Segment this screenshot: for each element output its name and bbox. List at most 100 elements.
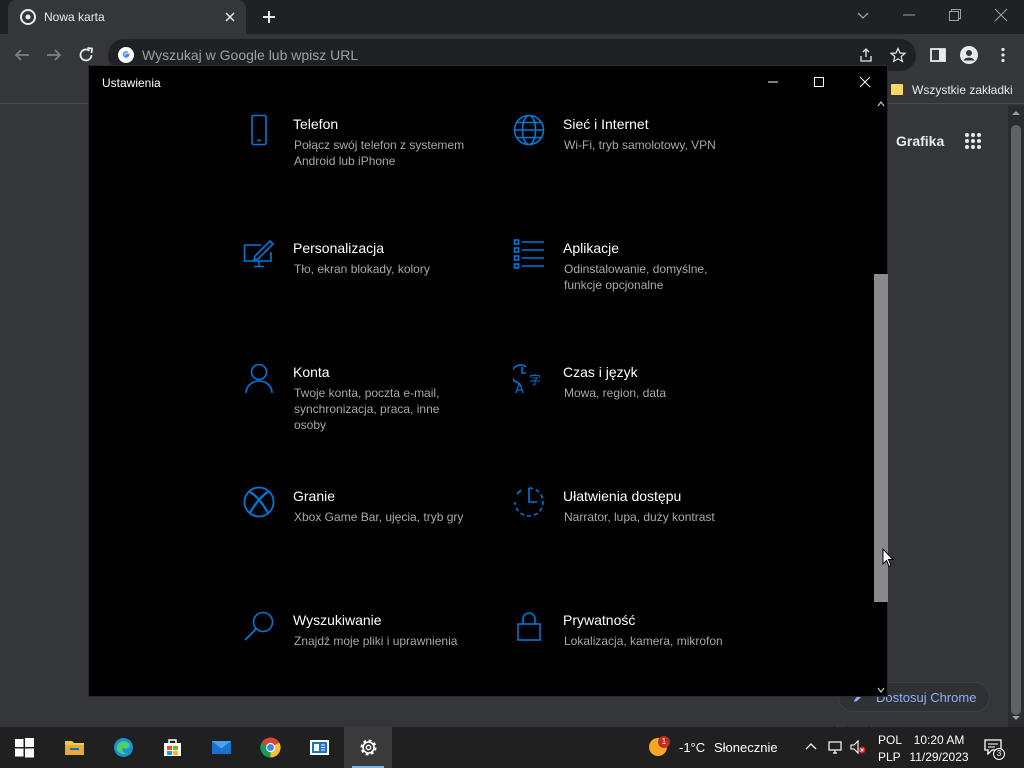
scroll-down-arrow-icon[interactable] [1012, 714, 1020, 722]
reload-icon[interactable] [77, 46, 95, 64]
clock[interactable]: 10:20 AM 11/29/2023 [906, 732, 972, 766]
category-description: Lokalizacja, kamera, mikrofon [564, 634, 723, 648]
settings-window: Ustawienia Telefon Połącz swój telefon z… [88, 65, 888, 697]
google-logo-icon [118, 47, 134, 63]
category-description: Mowa, region, data [564, 386, 667, 400]
phone-icon [251, 114, 267, 146]
bookmark-star-icon[interactable] [890, 47, 906, 63]
edge-icon [114, 738, 133, 757]
lock-icon [517, 612, 541, 641]
chevron-up-icon[interactable] [803, 739, 819, 755]
profile-icon[interactable] [960, 46, 978, 64]
weather-description[interactable]: Słonecznie [714, 740, 778, 755]
category-gaming[interactable]: Granie Xbox Game Bar, ujęcia, tryb gry [243, 486, 483, 576]
category-privacy[interactable]: Prywatność Lokalizacja, kamera, mikrofon [513, 610, 753, 698]
category-title: Personalizacja [293, 240, 385, 256]
forward-icon[interactable] [45, 46, 63, 64]
close-window-icon[interactable] [994, 8, 1008, 22]
globe-icon [513, 114, 545, 146]
category-time-language[interactable]: A 字 Czas i język Mowa, region, data [513, 362, 753, 452]
category-description: Tło, ekran blokady, kolory [294, 262, 430, 276]
category-title: Ułatwienia dostępu [563, 488, 682, 504]
time-language-icon: A 字 [513, 364, 541, 394]
all-bookmarks-link[interactable]: Wszystkie zakładki [912, 83, 1013, 97]
category-description: Znajdź moje pliki i uprawnienia [294, 634, 458, 648]
omnibox-placeholder: Wyszukaj w Google lub wpisz URL [142, 47, 359, 63]
settings-scrollbar[interactable] [873, 98, 889, 698]
clock-date: 11/29/2023 [909, 750, 969, 764]
xbox-icon [243, 486, 275, 518]
start-button[interactable] [0, 727, 48, 768]
category-title: Granie [293, 488, 336, 504]
customize-chrome-label: Dostosuj Chrome [876, 690, 977, 705]
settings-categories: Telefon Połącz swój telefon z systemem A… [89, 102, 873, 698]
category-search[interactable]: Wyszukiwanie Znajdź moje pliki i uprawni… [243, 610, 483, 698]
personalization-icon [243, 239, 275, 268]
taskbar-mail[interactable] [197, 727, 245, 768]
chrome-icon [260, 737, 281, 758]
category-title: Konta [293, 364, 330, 380]
category-description: Połącz swój telefon z systemem Android l… [294, 138, 465, 168]
taskbar-edge[interactable] [99, 727, 147, 768]
chrome-logo-icon [20, 9, 36, 25]
taskbar-chrome[interactable] [246, 727, 294, 768]
back-icon[interactable] [13, 46, 31, 64]
category-accessibility[interactable]: Ułatwienia dostępu Narrator, lupa, duży … [513, 486, 753, 576]
clock-time: 10:20 AM [913, 733, 965, 747]
google-apps-icon[interactable] [964, 132, 982, 150]
restore-icon[interactable] [948, 8, 962, 22]
weather-badge: 1 [658, 736, 670, 748]
language-indicator[interactable]: POL PLP [878, 732, 902, 766]
close-tab-icon[interactable] [222, 9, 238, 25]
windows-logo-icon [15, 738, 34, 758]
settings-maximize-icon[interactable] [812, 75, 826, 89]
language-code: POL [878, 733, 903, 747]
category-network[interactable]: Sieć i Internet Wi-Fi, tryb samolotowy, … [513, 114, 753, 204]
page-scrollbar[interactable] [1008, 105, 1024, 727]
tab-title: Nowa karta [44, 10, 105, 24]
category-accounts[interactable]: Konta Twoje konta, poczta e-mail, synchr… [243, 362, 483, 452]
windows-taskbar: 1 -1°C Słonecznie POL PLP 10:20 AM 11/29… [0, 727, 1024, 768]
volume-muted-icon[interactable] [850, 739, 866, 755]
category-personalization[interactable]: Personalizacja Tło, ekran blokady, kolor… [243, 238, 483, 328]
category-phone[interactable]: Telefon Połącz swój telefon z systemem A… [243, 114, 483, 204]
search-icon [244, 611, 274, 641]
notification-count: 3 [993, 748, 1005, 760]
category-title: Wyszukiwanie [293, 612, 382, 628]
taskbar-file-explorer[interactable] [50, 727, 98, 768]
scroll-up-arrow-icon[interactable] [877, 100, 885, 108]
side-panel-icon[interactable] [929, 46, 947, 64]
category-description: Xbox Game Bar, ujęcia, tryb gry [294, 510, 464, 524]
tab-search-icon[interactable] [856, 8, 870, 22]
taskbar-settings[interactable] [344, 727, 392, 768]
scroll-down-arrow-icon[interactable] [877, 686, 885, 694]
category-apps[interactable]: Aplikacje Odinstalowanie, domyślne, funk… [513, 238, 753, 328]
news-app-icon [310, 740, 329, 755]
page-scrollbar-thumb[interactable] [1011, 125, 1021, 715]
category-description: Twoje konta, poczta e-mail, synchronizac… [294, 386, 440, 432]
svg-text:字: 字 [529, 372, 541, 387]
menu-kebab-icon[interactable] [994, 46, 1012, 64]
scroll-up-arrow-icon[interactable] [1012, 109, 1020, 117]
share-icon[interactable] [858, 47, 874, 63]
google-images-link[interactable]: Grafika [896, 133, 944, 149]
taskbar-news[interactable] [295, 727, 343, 768]
taskbar-store[interactable] [148, 727, 196, 768]
category-description: Odinstalowanie, domyślne, funkcje opcjon… [564, 262, 708, 292]
chrome-tabstrip: Nowa karta [0, 0, 1024, 34]
category-description: Narrator, lupa, duży kontrast [564, 510, 715, 524]
tab-new-tab[interactable]: Nowa karta [8, 0, 246, 34]
apps-list-icon [513, 239, 544, 269]
settings-title: Ustawienia [102, 76, 161, 90]
category-title: Sieć i Internet [563, 116, 649, 132]
category-title: Czas i język [563, 364, 638, 380]
settings-minimize-icon[interactable] [766, 75, 780, 89]
keyboard-layout: PLP [878, 750, 901, 764]
new-tab-icon[interactable] [260, 8, 278, 26]
minimize-icon[interactable] [902, 8, 916, 22]
network-icon[interactable] [827, 739, 843, 755]
folder-icon [891, 84, 903, 95]
accessibility-icon [514, 487, 544, 517]
settings-close-icon[interactable] [858, 75, 872, 89]
weather-temperature[interactable]: -1°C [679, 740, 705, 755]
